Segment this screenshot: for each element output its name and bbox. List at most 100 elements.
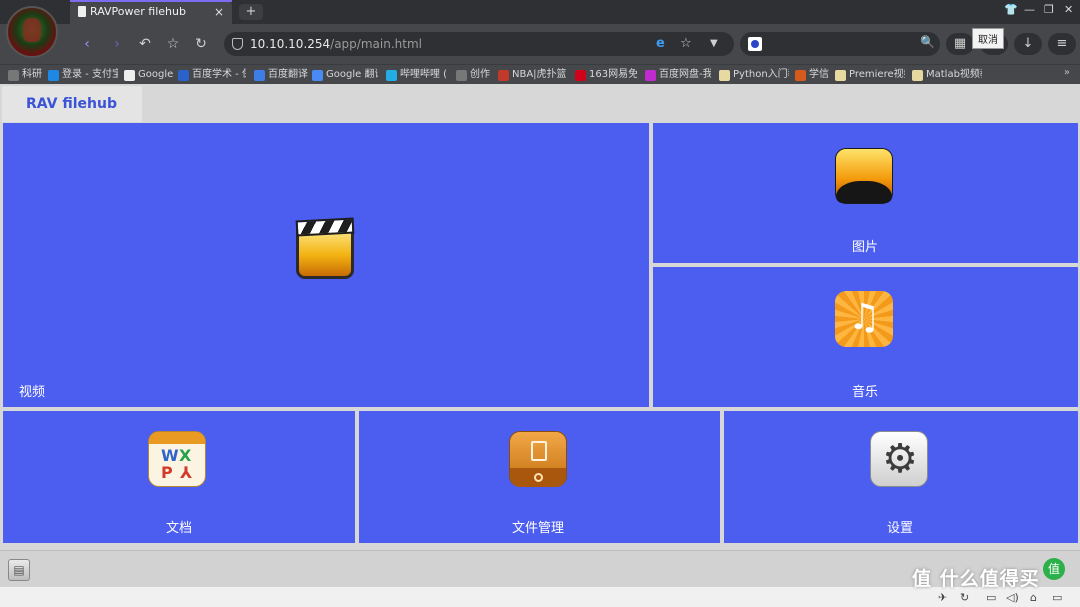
page-icon bbox=[124, 70, 135, 81]
baidu-scholar-icon bbox=[178, 70, 189, 81]
tile-label-settings: 设置 bbox=[887, 521, 914, 536]
bookmark-label: 哔哩哔哩 ( bbox=[400, 69, 448, 80]
hupu-icon bbox=[498, 70, 509, 81]
tab-title: RAVPower filehub bbox=[90, 5, 186, 18]
photos-landscape-icon bbox=[835, 148, 893, 204]
chsi-icon bbox=[795, 70, 806, 81]
favorite-icon[interactable]: ☆ bbox=[162, 34, 184, 54]
status-panel-icon[interactable]: ▭ bbox=[1052, 591, 1062, 604]
address-path: /app/main.html bbox=[330, 37, 422, 51]
download-icon[interactable]: ↓ bbox=[1014, 33, 1042, 55]
tile-label-photos: 图片 bbox=[852, 240, 879, 255]
menu-icon[interactable]: ≡ bbox=[1048, 33, 1076, 55]
save-icon[interactable]: ▤ bbox=[8, 559, 30, 581]
bookmark-item[interactable]: 百度翻译 bbox=[254, 67, 310, 83]
bookmark-label: Matlab视频教 bbox=[926, 69, 982, 80]
tile-docs[interactable]: W X P ⅄ 文档 bbox=[3, 411, 355, 543]
status-home-icon[interactable]: ⌂ bbox=[1030, 591, 1037, 604]
tile-music[interactable]: ♫ 音乐 bbox=[653, 267, 1078, 407]
bilibili-icon bbox=[386, 70, 397, 81]
bookmark-item[interactable]: Google 翻译 bbox=[312, 67, 378, 83]
folder-icon bbox=[8, 70, 19, 81]
bookmark-item[interactable]: 哔哩哔哩 ( bbox=[386, 67, 448, 83]
bookmarks-bar: 科研 登录 - 支付宝 Google 百度学术 - 保 百度翻译 Google … bbox=[0, 64, 1080, 84]
address-dropdown-icon[interactable]: ▼ bbox=[710, 32, 718, 56]
bookmark-item[interactable]: Matlab视频教 bbox=[912, 67, 982, 83]
baidu-netdisk-icon bbox=[645, 70, 656, 81]
bookmark-label: Premiere视频 bbox=[849, 69, 905, 80]
browser-toolbar: ‹ › ↶ ☆ ↻ 10.10.10.254/app/main.html e ☆… bbox=[0, 24, 1080, 64]
bookmark-item[interactable]: 学信 bbox=[795, 67, 831, 83]
bookmark-item[interactable]: Python入门教 bbox=[719, 67, 789, 83]
music-note-icon: ♫ bbox=[835, 291, 893, 347]
tile-photos[interactable]: 图片 bbox=[653, 123, 1078, 263]
user-avatar[interactable] bbox=[6, 6, 58, 58]
new-tab-button[interactable]: + bbox=[239, 4, 263, 20]
bookmark-folder[interactable]: 创作 bbox=[456, 67, 494, 83]
watermark-logo: 值 bbox=[1043, 558, 1065, 580]
music-note-glyph: ♫ bbox=[847, 297, 881, 338]
status-refresh-icon[interactable]: ↻ bbox=[960, 591, 969, 604]
bookmark-item[interactable]: Google bbox=[124, 67, 174, 83]
google-translate-icon bbox=[312, 70, 323, 81]
bookmark-item[interactable]: 百度学术 - 保 bbox=[178, 67, 246, 83]
maximize-button[interactable]: ❐ bbox=[1044, 3, 1054, 16]
file-sheet bbox=[531, 441, 547, 461]
search-icon[interactable]: 🔍 bbox=[920, 35, 935, 49]
video-site-icon bbox=[719, 70, 730, 81]
tile-settings[interactable]: ⚙ 设置 bbox=[724, 411, 1078, 543]
back-button[interactable]: ‹ bbox=[76, 34, 98, 54]
bookmark-item[interactable]: NBA|虎扑篮球 bbox=[498, 67, 566, 83]
clapper-stripes bbox=[295, 217, 355, 237]
bookmark-label: 登录 - 支付宝 bbox=[62, 69, 118, 80]
tile-label-file-manager: 文件管理 bbox=[512, 521, 565, 536]
minimize-button[interactable]: — bbox=[1024, 3, 1035, 16]
status-plane-icon[interactable]: ✈ bbox=[938, 591, 947, 604]
apps-grid-icon[interactable]: ▦ bbox=[946, 33, 974, 55]
bookmarks-more-icon[interactable]: » bbox=[1064, 67, 1070, 78]
ie-mode-icon[interactable]: e bbox=[656, 32, 665, 56]
forward-button[interactable]: › bbox=[106, 34, 128, 54]
alipay-icon bbox=[48, 70, 59, 81]
security-shield-icon[interactable] bbox=[232, 38, 243, 50]
baidu-translate-icon bbox=[254, 70, 265, 81]
hill-shape bbox=[836, 181, 892, 203]
video-site-icon bbox=[912, 70, 923, 81]
status-volume-icon[interactable]: ◁) bbox=[1006, 591, 1019, 604]
tile-label-music: 音乐 bbox=[852, 385, 879, 400]
bookmark-item[interactable]: 163网易免费 bbox=[575, 67, 637, 83]
tile-video[interactable]: 视频 bbox=[3, 123, 649, 407]
search-box[interactable]: 🔍 bbox=[740, 32, 940, 56]
tile-file-manager[interactable]: 文件管理 bbox=[359, 411, 720, 543]
skin-icon[interactable]: 👕 bbox=[1004, 3, 1018, 16]
documents-icon: W X P ⅄ bbox=[148, 431, 206, 487]
close-window-button[interactable]: ✕ bbox=[1064, 3, 1073, 16]
bookmark-item[interactable]: 百度网盘-我 bbox=[645, 67, 711, 83]
bookmark-label: 科研 bbox=[22, 69, 42, 80]
pdf-mark: ⅄ bbox=[180, 463, 193, 482]
tab-close-icon[interactable]: × bbox=[214, 0, 224, 24]
watermark-text: 值 什么值得买 bbox=[912, 568, 1040, 590]
netease-mail-icon bbox=[575, 70, 586, 81]
file-manager-icon bbox=[509, 431, 567, 487]
bookmark-folder[interactable]: 科研 bbox=[8, 67, 48, 83]
app-title-tab[interactable]: RAV filehub bbox=[2, 86, 142, 122]
bookmark-item[interactable]: 登录 - 支付宝 bbox=[48, 67, 118, 83]
gear-glyph: ⚙ bbox=[882, 436, 918, 482]
bookmark-label: Python入门教 bbox=[733, 69, 789, 80]
baidu-paw-icon[interactable] bbox=[748, 37, 762, 51]
bookmark-star-icon[interactable]: ☆ bbox=[680, 32, 692, 56]
ppt-letter: P bbox=[161, 463, 173, 482]
doc-binder-top bbox=[149, 432, 205, 444]
tile-label-video: 视频 bbox=[19, 385, 46, 400]
undo-icon[interactable]: ↶ bbox=[134, 34, 156, 54]
browser-tab[interactable]: RAVPower filehub × bbox=[70, 0, 232, 24]
bookmark-item[interactable]: Premiere视频 bbox=[835, 67, 905, 83]
bookmark-label: 创作 bbox=[470, 69, 490, 80]
reload-icon[interactable]: ↻ bbox=[190, 34, 212, 54]
folder-clasp bbox=[534, 473, 543, 482]
address-host: 10.10.10.254 bbox=[250, 37, 331, 51]
address-bar[interactable]: 10.10.10.254/app/main.html e ☆ ▼ bbox=[224, 32, 734, 56]
status-window-icon[interactable]: ▭ bbox=[986, 591, 996, 604]
bookmark-label: 学信 bbox=[809, 69, 829, 80]
